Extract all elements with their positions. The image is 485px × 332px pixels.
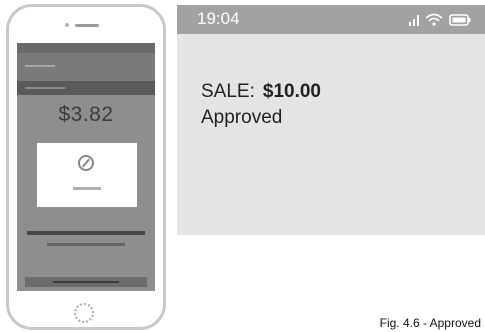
status-time: 19:04 bbox=[197, 9, 240, 28]
phone-action-button bbox=[25, 277, 147, 287]
signal-icon bbox=[409, 14, 419, 26]
phone-camera bbox=[65, 23, 69, 27]
phone-screen: $3.82 bbox=[17, 43, 155, 291]
status-bar: 19:04 bbox=[177, 5, 485, 34]
battery-icon bbox=[449, 13, 471, 26]
sale-line: SALE: $10.00 bbox=[201, 81, 321, 103]
phone-sub-title bbox=[25, 87, 65, 89]
device-screen: 19:04 SALE: $10.00 Approved bbox=[177, 5, 485, 235]
phone-nav-bar bbox=[17, 53, 155, 81]
sale-label: SALE: bbox=[201, 81, 255, 102]
phone-submessage-line bbox=[47, 243, 125, 246]
phone-amount: $3.82 bbox=[58, 103, 114, 126]
phone-nav-title bbox=[25, 65, 55, 67]
phone-progress-dialog bbox=[37, 143, 137, 207]
phone-home-button bbox=[74, 303, 94, 323]
approval-status: Approved bbox=[201, 107, 283, 128]
phone-speaker bbox=[75, 24, 99, 27]
phone-sub-bar bbox=[17, 81, 155, 95]
phone-status-bar bbox=[17, 43, 155, 53]
sale-amount: $10.00 bbox=[262, 81, 321, 102]
spinner-icon bbox=[78, 155, 94, 171]
phone-message-line bbox=[27, 231, 145, 235]
figure-caption: Fig. 4.6 - Approved bbox=[379, 316, 481, 330]
status-icons bbox=[409, 13, 471, 26]
phone-dialog-text bbox=[73, 187, 101, 190]
phone-illustration: $3.82 bbox=[6, 4, 166, 330]
wifi-icon bbox=[425, 13, 443, 26]
phone-button-label bbox=[53, 281, 119, 283]
